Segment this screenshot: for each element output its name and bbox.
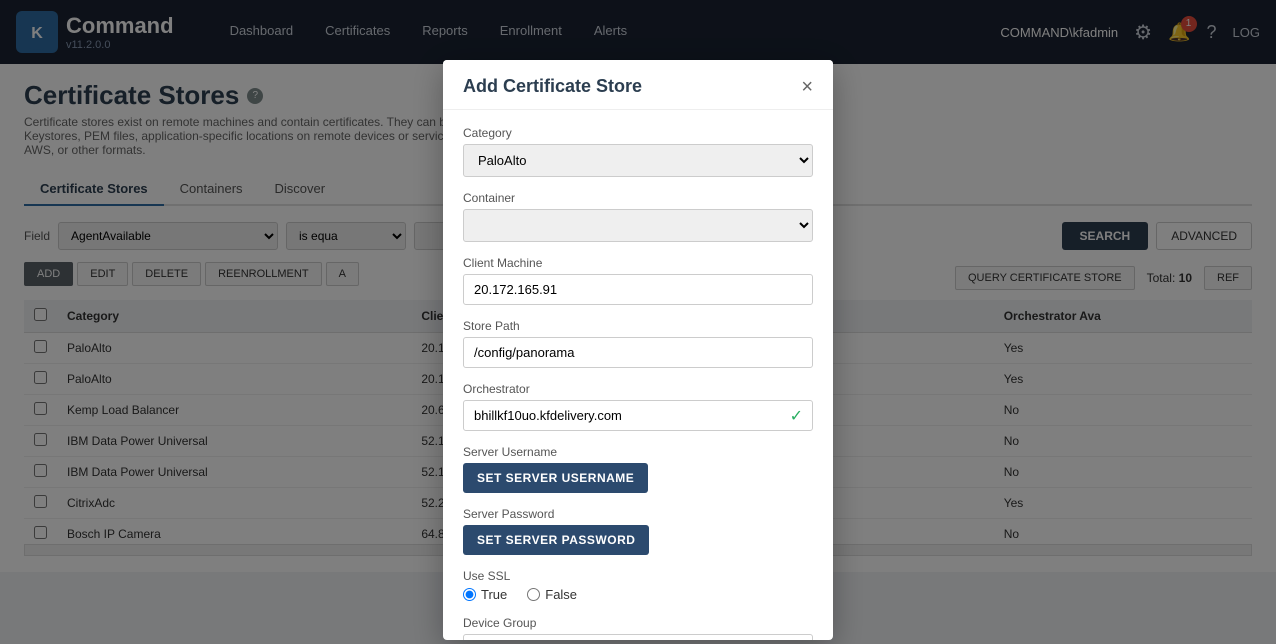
orchestrator-group: Orchestrator ✓ <box>463 382 813 431</box>
store-path-input[interactable] <box>463 337 813 368</box>
ssl-true-radio[interactable] <box>463 588 476 601</box>
store-path-label: Store Path <box>463 319 813 333</box>
container-select[interactable] <box>463 209 813 242</box>
category-label: Category <box>463 126 813 140</box>
orchestrator-input[interactable] <box>463 400 813 431</box>
use-ssl-group: Use SSL True False <box>463 569 813 602</box>
client-machine-label: Client Machine <box>463 256 813 270</box>
device-group-group: Device Group <box>463 616 813 640</box>
store-path-group: Store Path <box>463 319 813 368</box>
orchestrator-check-icon: ✓ <box>790 406 803 426</box>
ssl-false-radio[interactable] <box>527 588 540 601</box>
modal-title: Add Certificate Store <box>463 76 642 97</box>
server-username-group: Server Username SET SERVER USERNAME <box>463 445 813 493</box>
use-ssl-label: Use SSL <box>463 569 813 583</box>
modal-body: Category PaloAlto IBM Data Power Univers… <box>443 110 833 640</box>
server-username-label: Server Username <box>463 445 813 459</box>
client-machine-group: Client Machine <box>463 256 813 305</box>
container-label: Container <box>463 191 813 205</box>
device-group-input[interactable] <box>463 634 813 640</box>
ssl-false-label[interactable]: False <box>527 587 577 602</box>
set-server-password-button[interactable]: SET SERVER PASSWORD <box>463 525 649 555</box>
modal-close-button[interactable]: × <box>801 77 813 97</box>
add-certificate-store-modal: Add Certificate Store × Category PaloAlt… <box>443 60 833 640</box>
client-machine-input[interactable] <box>463 274 813 305</box>
modal-header: Add Certificate Store × <box>443 60 833 110</box>
category-group: Category PaloAlto IBM Data Power Univers… <box>463 126 813 177</box>
set-server-username-button[interactable]: SET SERVER USERNAME <box>463 463 648 493</box>
modal-overlay: Add Certificate Store × Category PaloAlt… <box>0 0 1276 644</box>
ssl-true-label[interactable]: True <box>463 587 507 602</box>
device-group-label: Device Group <box>463 616 813 630</box>
orchestrator-label: Orchestrator <box>463 382 813 396</box>
ssl-radio-group: True False <box>463 587 813 602</box>
container-group: Container <box>463 191 813 242</box>
orchestrator-input-wrapper: ✓ <box>463 400 813 431</box>
server-password-group: Server Password SET SERVER PASSWORD <box>463 507 813 555</box>
server-password-label: Server Password <box>463 507 813 521</box>
category-select[interactable]: PaloAlto IBM Data Power Universal Kemp L… <box>463 144 813 177</box>
